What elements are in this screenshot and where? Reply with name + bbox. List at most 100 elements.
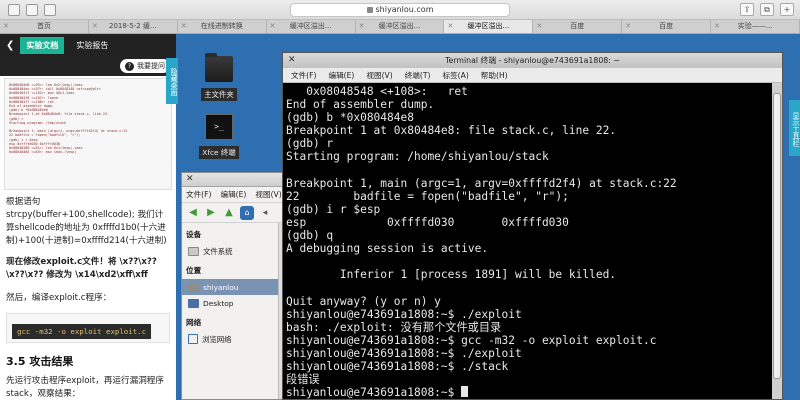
terminal-window: ✕ Terminal 终端 - shiyanlou@e743691a1808: ~… [282, 52, 783, 400]
up-arrow-icon[interactable]: ▲ [222, 206, 236, 220]
sidebar-item-home[interactable]: shiyanlou [182, 279, 284, 295]
sidebar-item-desktop[interactable]: Desktop [182, 295, 284, 311]
terminal-line: shiyanlou@e743691a1808:~$ ./stack [286, 359, 509, 373]
question-icon: ? [125, 61, 134, 71]
tab-lab-report[interactable]: 实验报告 [70, 37, 114, 54]
terminal-line: Breakpoint 1, main (argc=1, argv=0xffffd… [286, 176, 677, 190]
close-icon[interactable]: ✕ [186, 174, 194, 184]
browser-tab[interactable]: ✕ 百度 [622, 20, 712, 33]
menu-item[interactable]: 视图(V) [366, 68, 392, 82]
url-text: shiyanlou.com [375, 5, 434, 14]
menu-item[interactable]: 文件(F) [291, 68, 316, 82]
home-icon[interactable]: ⌂ [240, 205, 254, 220]
terminal-line: esp 0xffffd030 0xffffd030 [286, 215, 569, 229]
hide-desktop-toggle[interactable]: 隐藏桌面 [166, 58, 178, 104]
terminal-line: 段错误 [286, 373, 320, 387]
desktop-icon-home[interactable]: 主文件夹 [193, 53, 245, 101]
terminal-line: bash: ./exploit: 没有那个文件或目录 [286, 320, 502, 334]
file-manager-window: ✕ 文件(F) 编辑(E) 视图(V) ◀ ▶ ▲ ⌂ ◂ 设备 文件系统 位置 s… [181, 172, 285, 400]
terminal-line: 0x08048548 <+108>: ret [286, 85, 468, 98]
sidebar-item-network[interactable]: 浏览网络 [182, 331, 284, 347]
browser-tab[interactable]: ✕ 实验——... [711, 20, 800, 33]
close-tab-icon[interactable]: ✕ [536, 20, 542, 33]
close-tab-icon[interactable]: ✕ [181, 20, 187, 33]
ask-question-button[interactable]: ? 我要提问 [120, 59, 170, 73]
browser-actions: ⇪ ⧉ + [740, 3, 794, 16]
close-tab-icon[interactable]: ✕ [714, 20, 720, 33]
doc-paragraph-3: 然后，编译exploit.c程序： [6, 293, 112, 303]
close-tab-icon[interactable]: ✕ [3, 20, 9, 33]
browser-tab[interactable]: ✕ 首页 [0, 20, 89, 33]
network-icon [188, 334, 198, 344]
show-toolbar-toggle[interactable]: 显示工具栏 [789, 100, 800, 156]
menu-item[interactable]: 文件(F) [186, 187, 211, 202]
terminal-cursor [461, 386, 469, 398]
close-tab-icon[interactable]: ✕ [270, 20, 276, 33]
back-icon[interactable] [26, 4, 38, 16]
close-tab-icon[interactable]: ✕ [447, 20, 453, 33]
chevron-left-icon[interactable]: ◂ [258, 206, 272, 220]
browser-tab[interactable]: ✕ 缓冲区溢出... [444, 20, 534, 33]
menu-item[interactable]: 终端(T) [405, 68, 431, 82]
menu-item[interactable]: 帮助(H) [481, 68, 508, 82]
desktop-folder-icon [188, 298, 199, 308]
lock-icon [366, 6, 373, 13]
section-heading: 3.5 攻击结果 [6, 355, 74, 368]
share-icon[interactable]: ⇪ [740, 3, 754, 16]
forward-arrow-icon[interactable]: ▶ [204, 206, 218, 220]
terminal-line: Inferior 1 [process 1891] will be killed… [286, 268, 617, 282]
drive-icon [188, 246, 199, 256]
sidebar-item-filesystem[interactable]: 文件系统 [182, 243, 284, 259]
terminal-line: (gdb) q [286, 229, 334, 243]
close-tab-icon[interactable]: ✕ [625, 20, 631, 33]
terminal-scrollbar[interactable] [772, 83, 782, 399]
sidebar-item-label: 浏览网络 [202, 334, 232, 344]
forward-icon[interactable] [44, 4, 56, 16]
terminal-line: Quit anyway? (y or n) y [286, 294, 441, 308]
browser-tab[interactable]: ✕ 缓冲区溢出... [356, 20, 445, 33]
new-tab-icon[interactable]: + [780, 3, 794, 16]
desktop-icon-terminal[interactable]: >_ Xfce 终端 [193, 114, 245, 159]
close-icon[interactable]: ✕ [288, 53, 296, 68]
menu-item[interactable]: 编辑(E) [328, 68, 354, 82]
section-places: 位置 [186, 266, 202, 275]
back-arrow-icon[interactable]: ◀ [186, 206, 200, 220]
sidebar-item-label: shiyanlou [203, 282, 239, 292]
sidebar-item-label: Desktop [203, 298, 234, 308]
close-tab-icon[interactable]: ✕ [92, 20, 98, 33]
tab-lab-docs[interactable]: 实验文档 [20, 36, 65, 54]
terminal-line: shiyanlou@e743691a1808:~$ gcc -m32 -o ex… [286, 333, 657, 347]
terminal-line: (gdb) b *0x080484e8 [286, 111, 414, 125]
doc-paragraph-4: 先运行攻击程序exploit，再运行漏洞程序stack，观察结果： [6, 376, 164, 399]
close-tab-icon[interactable]: ✕ [359, 20, 365, 33]
browser-tab[interactable]: ✕ 百度 [533, 20, 623, 33]
browser-tab[interactable]: ✕ 缓冲区溢出... [267, 20, 356, 33]
browser-tab[interactable]: ✕ 2018-5-2 缓... [89, 20, 178, 33]
ask-question-label: 我要提问 [137, 62, 165, 70]
terminal-line: Breakpoint 1 at 0x80484e8: file stack.c,… [286, 124, 617, 138]
menu-item[interactable]: 编辑(E) [220, 187, 246, 202]
tabs-overview-icon[interactable]: ⧉ [760, 3, 774, 16]
terminal-line: Starting program: /home/shiyanlou/stack [286, 150, 549, 164]
browser-tab[interactable]: ✕ 在线进制转换 [178, 20, 267, 33]
menu-item[interactable]: 视图(V) [255, 187, 281, 202]
screenshot-line: 0x08048484 <+65>: mov %eax,(%esp) [9, 150, 77, 155]
back-arrow-icon[interactable]: ❮ [6, 40, 14, 51]
terminal-line: shiyanlou@e743691a1808:~$ ./exploit [286, 346, 522, 360]
browser-toolbar: shiyanlou.com ⇪ ⧉ + [0, 0, 800, 20]
sidebar-item-label: 文件系统 [203, 246, 233, 256]
doc-subheader: ? 我要提问 [0, 56, 176, 76]
address-bar[interactable]: shiyanlou.com [290, 3, 510, 17]
browser-tab-label: 百度 [659, 22, 674, 30]
sidebar-toggle-icon[interactable] [8, 4, 20, 16]
terminal-output[interactable]: 0x08048548 <+108>: ret End of assembler d… [283, 83, 772, 399]
home-folder-icon [188, 282, 199, 292]
terminal-titlebar[interactable]: ✕ Terminal 终端 - shiyanlou@e743691a1808: ~ [283, 53, 782, 68]
scrollbar-thumb[interactable] [773, 93, 781, 379]
file-manager-menubar: 文件(F) 编辑(E) 视图(V) [182, 187, 284, 203]
file-manager-titlebar[interactable]: ✕ [182, 173, 284, 187]
menu-item[interactable]: 标签(A) [442, 68, 468, 82]
doc-header: ❮ 实验文档 实验报告 [0, 34, 176, 56]
terminal-title: Terminal 终端 - shiyanlou@e743691a1808: ~ [445, 56, 620, 65]
